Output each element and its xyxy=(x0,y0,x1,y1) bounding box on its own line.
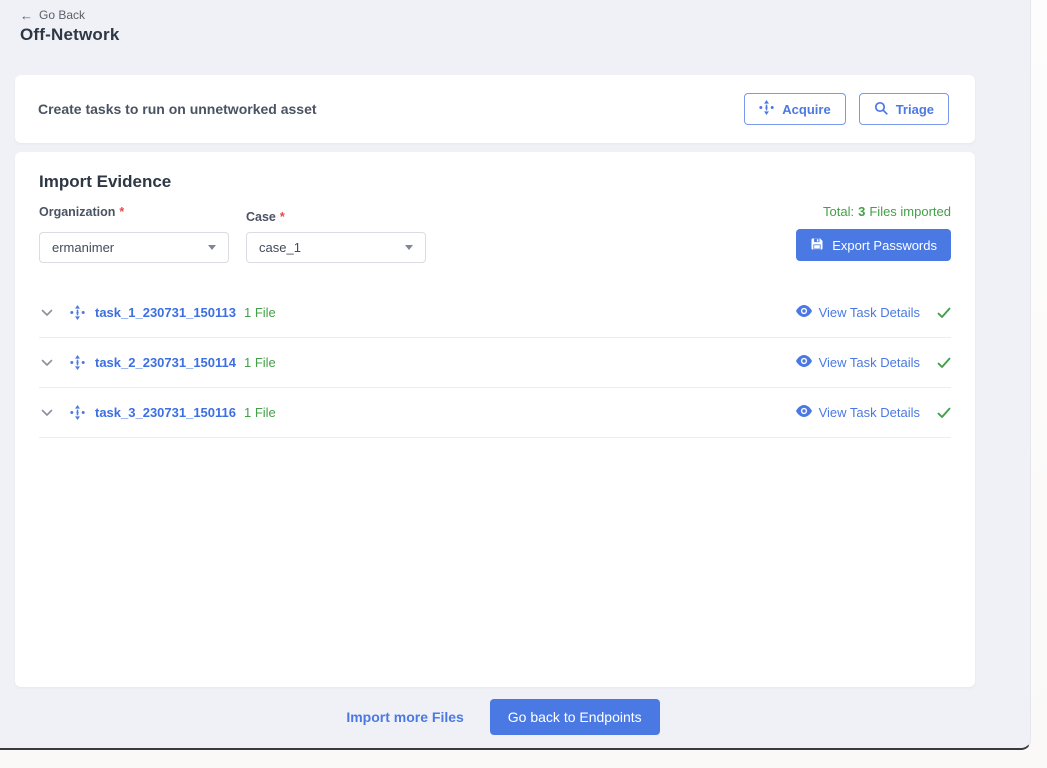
page-header: ← Go Back Off-Network xyxy=(20,8,119,45)
go-back-link[interactable]: ← Go Back xyxy=(20,8,85,22)
total-suffix: Files imported xyxy=(869,204,951,219)
required-asterisk: * xyxy=(119,205,124,219)
import-summary-column: Total: 3 Files imported xyxy=(796,200,951,261)
export-passwords-button[interactable]: Export Passwords xyxy=(796,229,951,261)
organization-label: Organization * xyxy=(39,205,124,219)
organization-select[interactable]: ermanimer xyxy=(39,232,229,263)
action-card: Create tasks to run on unnetworked asset xyxy=(15,75,975,143)
triage-button[interactable]: Triage xyxy=(859,93,949,125)
organization-field: Organization * ermanimer xyxy=(39,200,229,260)
task-row-actions: View Task Details xyxy=(796,304,951,322)
case-label: Case * xyxy=(246,210,285,224)
import-evidence-card: Import Evidence Organization * ermanimer… xyxy=(15,152,975,687)
view-task-details-link[interactable]: View Task Details xyxy=(796,304,920,322)
eye-icon xyxy=(796,404,812,422)
task-row: task_3_230731_150116 1 File View Task De… xyxy=(39,388,951,438)
case-select-value: case_1 xyxy=(259,240,301,255)
view-task-details-link[interactable]: View Task Details xyxy=(796,404,920,422)
case-select[interactable]: case_1 xyxy=(246,232,426,263)
import-more-files-link[interactable]: Import more Files xyxy=(346,709,463,725)
view-task-details-label: View Task Details xyxy=(819,355,920,370)
check-icon xyxy=(937,307,951,319)
chevron-down-icon[interactable] xyxy=(39,357,55,369)
organization-label-text: Organization xyxy=(39,205,115,219)
total-prefix: Total: xyxy=(823,204,854,219)
check-icon xyxy=(937,407,951,419)
action-buttons: Acquire Triage xyxy=(744,93,949,125)
search-icon xyxy=(874,101,888,118)
view-task-details-label: View Task Details xyxy=(819,305,920,320)
task-file-count: 1 File xyxy=(244,305,276,320)
acquire-icon xyxy=(759,100,774,118)
task-row: task_1_230731_150113 1 File View Task De… xyxy=(39,288,951,338)
chevron-down-icon[interactable] xyxy=(39,407,55,419)
export-passwords-label: Export Passwords xyxy=(832,238,937,253)
task-name-link[interactable]: task_2_230731_150114 xyxy=(95,355,236,370)
task-list: task_1_230731_150113 1 File View Task De… xyxy=(39,288,951,438)
acquire-icon xyxy=(70,405,85,420)
task-row: task_2_230731_150114 1 File View Task De… xyxy=(39,338,951,388)
check-icon xyxy=(937,357,951,369)
task-file-count: 1 File xyxy=(244,405,276,420)
acquire-button[interactable]: Acquire xyxy=(744,93,845,125)
eye-icon xyxy=(796,304,812,322)
acquire-icon xyxy=(70,305,85,320)
task-file-count: 1 File xyxy=(244,355,276,370)
save-icon xyxy=(810,237,824,254)
organization-select-value: ermanimer xyxy=(52,240,114,255)
select-caret-icon xyxy=(405,245,413,250)
task-name-link[interactable]: task_1_230731_150113 xyxy=(95,305,236,320)
case-field: Case * case_1 xyxy=(246,200,426,260)
go-back-label: Go Back xyxy=(39,8,85,22)
view-task-details-link[interactable]: View Task Details xyxy=(796,354,920,372)
back-arrow-icon: ← xyxy=(20,9,33,22)
desktop-background: ← Go Back Off-Network Create tasks to ru… xyxy=(0,0,1047,768)
import-form-row: Organization * ermanimer Case * case_1 xyxy=(39,200,951,260)
page-footer: Import more Files Go back to Endpoints xyxy=(0,699,1006,735)
select-caret-icon xyxy=(208,245,216,250)
task-name-link[interactable]: task_3_230731_150116 xyxy=(95,405,236,420)
go-back-to-endpoints-button[interactable]: Go back to Endpoints xyxy=(490,699,660,735)
task-row-actions: View Task Details xyxy=(796,404,951,422)
task-row-actions: View Task Details xyxy=(796,354,951,372)
case-label-text: Case xyxy=(246,210,276,224)
page-title: Off-Network xyxy=(20,25,119,45)
acquire-button-label: Acquire xyxy=(782,102,830,117)
acquire-icon xyxy=(70,355,85,370)
app-window: ← Go Back Off-Network Create tasks to ru… xyxy=(0,0,1031,750)
required-asterisk: * xyxy=(280,210,285,224)
import-evidence-title: Import Evidence xyxy=(39,172,951,192)
action-description: Create tasks to run on unnetworked asset xyxy=(38,101,317,117)
total-files-imported: Total: 3 Files imported xyxy=(823,204,951,219)
chevron-down-icon[interactable] xyxy=(39,307,55,319)
total-count: 3 xyxy=(858,204,865,219)
view-task-details-label: View Task Details xyxy=(819,405,920,420)
triage-button-label: Triage xyxy=(896,102,934,117)
eye-icon xyxy=(796,354,812,372)
